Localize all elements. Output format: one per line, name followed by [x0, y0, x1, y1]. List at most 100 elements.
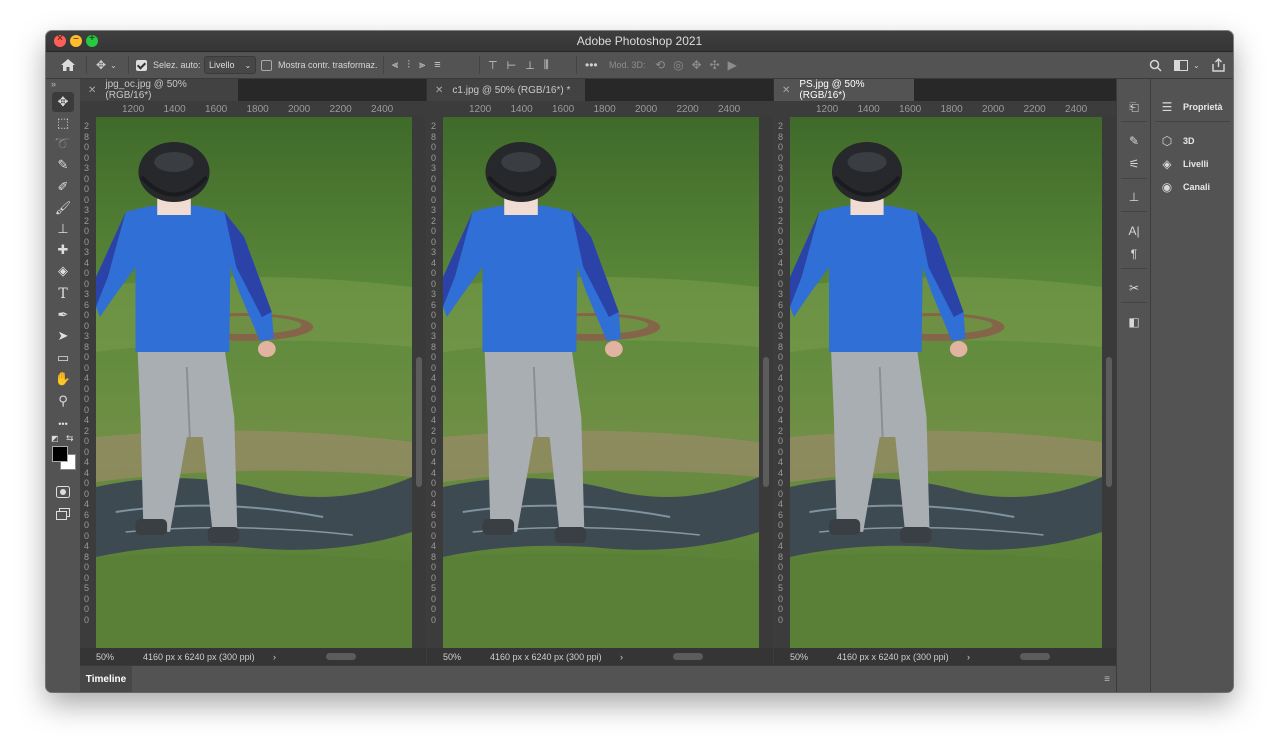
- stamp-tool-icon[interactable]: ⊥: [52, 219, 74, 239]
- lasso-tool-icon[interactable]: ➰: [52, 134, 74, 154]
- workspace-button[interactable]: ⌄: [1174, 52, 1200, 78]
- sliders-icon: ☰: [1161, 100, 1173, 114]
- path-select-tool-icon[interactable]: ➤: [52, 326, 74, 346]
- gradient-tool-icon[interactable]: ◈: [52, 261, 74, 281]
- scrollbar-thumb[interactable]: [763, 357, 769, 487]
- mode-3d-buttons[interactable]: ⟲ ◎ ✥ ✣ ▶: [655, 52, 745, 78]
- brushes-icon[interactable]: ⚟: [1124, 155, 1144, 173]
- clone-source-icon[interactable]: ⊥: [1124, 188, 1144, 206]
- ruler-tick-label: 8: [84, 131, 90, 142]
- align-bottom-icon[interactable]: ⊥: [525, 59, 544, 72]
- move-tool-preset-button[interactable]: ✥ ⌄: [96, 52, 117, 78]
- history-icon[interactable]: ⎗: [1124, 98, 1144, 116]
- horizontal-scrollbar-thumb[interactable]: [326, 653, 356, 660]
- document-canvas[interactable]: [443, 117, 759, 648]
- camera-3d-icon[interactable]: ▶: [728, 58, 745, 72]
- pen-tool-icon[interactable]: ✒: [52, 305, 74, 325]
- document-tab[interactable]: ✕ jpg_oc.jpg @ 50% (RGB/16*): [80, 79, 238, 101]
- align-vertical-buttons[interactable]: ⊤ ⊢ ⊥ ⫼: [488, 52, 558, 78]
- ruler-tick-label: 5: [778, 583, 784, 593]
- share-button[interactable]: [1212, 52, 1225, 78]
- scrollbar-thumb[interactable]: [1106, 357, 1112, 487]
- zoom-level[interactable]: 50%: [443, 652, 461, 662]
- align-top-icon[interactable]: ⊤: [488, 59, 507, 72]
- quick-select-tool-icon[interactable]: ✎: [52, 155, 74, 175]
- character-icon[interactable]: A|: [1124, 222, 1144, 240]
- ruler-tick-label: 0: [778, 530, 784, 541]
- status-menu-icon[interactable]: ›: [967, 652, 970, 662]
- layers-panel-item[interactable]: ◈ Livelli: [1159, 155, 1208, 173]
- ruler-tick-label: 0: [431, 320, 437, 331]
- document-pane: ✕ c1.jpg @ 50% (RGB/16*) * 1200 1400 1600 180…: [427, 79, 773, 665]
- align-distribute-icon[interactable]: ≡: [434, 59, 449, 71]
- home-button[interactable]: [60, 52, 76, 78]
- healing-tool-icon[interactable]: ✚: [52, 240, 74, 260]
- close-tab-icon[interactable]: ✕: [88, 85, 96, 96]
- brush-tool-icon[interactable]: 🖌: [52, 198, 74, 218]
- status-menu-icon[interactable]: ›: [620, 652, 623, 662]
- rectangle-tool-icon[interactable]: ▭: [52, 348, 74, 368]
- hand-tool-icon[interactable]: ✋: [52, 369, 74, 389]
- toolbar-collapse-icon[interactable]: »: [51, 79, 56, 89]
- roll-3d-icon[interactable]: ◎: [673, 58, 691, 72]
- vertical-scrollbar[interactable]: [1102, 117, 1116, 648]
- align-middle-icon[interactable]: ⊢: [507, 59, 526, 72]
- close-tab-icon[interactable]: ✕: [782, 85, 790, 96]
- align-buttons[interactable]: ⫷ ⫶ ⫸ ≡: [392, 52, 450, 78]
- 3d-panel-item[interactable]: ⬡ 3D: [1159, 132, 1195, 150]
- vertical-ruler: 2800300032003400360038004000420044004600…: [80, 117, 97, 648]
- horizontal-scrollbar-thumb[interactable]: [673, 653, 703, 660]
- vertical-scrollbar[interactable]: [412, 117, 426, 648]
- ruler-tick-label: 0: [431, 142, 437, 152]
- status-menu-icon[interactable]: ›: [273, 652, 276, 662]
- more-tools-icon[interactable]: •••: [52, 414, 74, 434]
- channels-panel-item[interactable]: ◉ Canali: [1159, 178, 1210, 196]
- paragraph-icon[interactable]: ¶: [1124, 245, 1144, 263]
- scrollbar-thumb[interactable]: [416, 357, 422, 487]
- auto-select-dropdown[interactable]: Livello ⌄: [204, 52, 257, 78]
- show-transform-checkbox[interactable]: Mostra contr. trasformaz.: [261, 52, 378, 78]
- orbit-3d-icon[interactable]: ⟲: [655, 58, 673, 72]
- align-left-icon[interactable]: ⫷: [392, 59, 407, 72]
- swap-colors-icon[interactable]: ⇆: [66, 433, 74, 444]
- notes-icon[interactable]: ◧: [1124, 313, 1144, 331]
- ruler-tick-label: 6: [84, 299, 90, 310]
- ruler-tick-label: 0: [431, 436, 437, 446]
- marquee-tool-icon[interactable]: ⬚: [52, 113, 74, 133]
- color-swatches[interactable]: ◩ ⇆: [51, 433, 77, 472]
- slide-3d-icon[interactable]: ✣: [710, 58, 728, 72]
- pan-3d-icon[interactable]: ✥: [692, 58, 710, 72]
- auto-select-checkbox[interactable]: Selez. auto:: [136, 52, 201, 78]
- distribute-icon[interactable]: ⫼: [544, 59, 558, 72]
- document-canvas[interactable]: [790, 117, 1102, 648]
- document-canvas[interactable]: [96, 117, 412, 648]
- close-tab-icon[interactable]: ✕: [435, 85, 443, 96]
- vertical-scrollbar[interactable]: [759, 117, 773, 648]
- ruler-tick-label: 8: [431, 551, 437, 562]
- foreground-color-swatch[interactable]: [52, 446, 68, 462]
- ruler-tick-label: 0: [84, 320, 90, 331]
- zoom-tool-icon[interactable]: ⚲: [52, 391, 74, 411]
- quick-mask-icon[interactable]: [52, 482, 74, 502]
- ruler-tick-label: 0: [84, 530, 90, 541]
- document-tab[interactable]: ✕ PS.jpg @ 50% (RGB/16*): [774, 79, 914, 101]
- document-tab[interactable]: ✕ c1.jpg @ 50% (RGB/16*) *: [427, 79, 585, 101]
- align-center-icon[interactable]: ⫶: [407, 59, 419, 72]
- default-colors-icon[interactable]: ◩: [51, 434, 59, 443]
- move-tool-icon[interactable]: ✥: [52, 92, 74, 112]
- zoom-level[interactable]: 50%: [96, 652, 114, 662]
- tools-options-icon[interactable]: ✂: [1124, 279, 1144, 297]
- search-button[interactable]: [1149, 52, 1162, 78]
- brush-settings-icon[interactable]: ✎: [1124, 132, 1144, 150]
- eyedropper-tool-icon[interactable]: ✐: [52, 177, 74, 197]
- zoom-level[interactable]: 50%: [790, 652, 808, 662]
- properties-panel-item[interactable]: ☰ Proprietà: [1159, 98, 1223, 116]
- panel-menu-icon[interactable]: ≡: [1104, 674, 1110, 685]
- align-right-icon[interactable]: ⫸: [419, 59, 434, 72]
- timeline-tab[interactable]: Timeline: [80, 666, 132, 692]
- panel-icon-column: ⎗ ✎ ⚟ ⊥ A| ¶ ✂ ◧: [1116, 79, 1151, 692]
- screen-mode-icon[interactable]: [52, 504, 74, 524]
- horizontal-scrollbar-thumb[interactable]: [1020, 653, 1050, 660]
- type-tool-icon[interactable]: T: [52, 284, 74, 304]
- more-options-button[interactable]: •••: [585, 52, 598, 78]
